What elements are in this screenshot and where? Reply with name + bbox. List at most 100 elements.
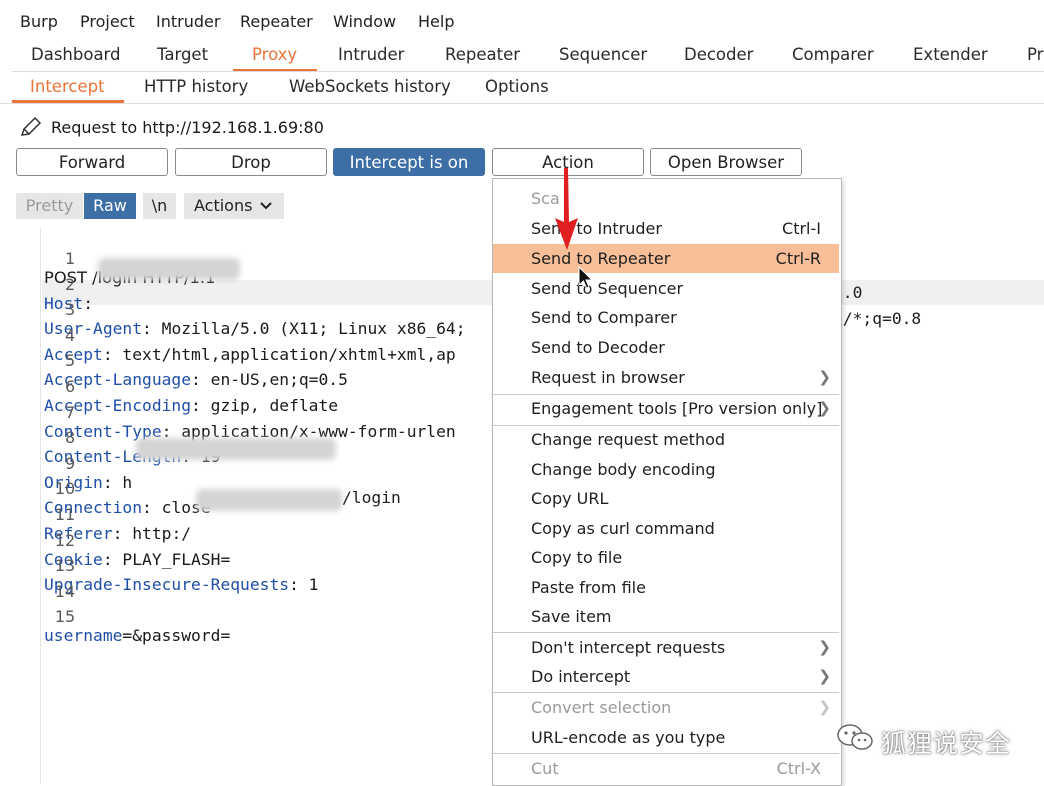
header-value: : 1 [289, 575, 319, 595]
tab-comparer[interactable]: Comparer [792, 40, 874, 72]
code-line: 3 User-Agent: Mozilla/5.0 (X11; Linux x8… [0, 281, 466, 338]
raw-toggle[interactable]: Raw [84, 193, 136, 219]
code-line: 10 Connection: close [0, 460, 211, 517]
accept-tail: */*;q=0.8 [833, 309, 922, 328]
tab-proxy[interactable]: Proxy [252, 40, 297, 72]
tab-websockets-history[interactable]: WebSockets history [289, 72, 451, 104]
chevron-down-icon [260, 202, 272, 210]
menu-item-label: Do intercept [531, 667, 631, 686]
chevron-right-icon: ❯ [818, 638, 831, 656]
chevron-right-icon: ❯ [818, 368, 831, 386]
header-value: : PLAY_FLASH= [102, 549, 231, 569]
tab-repeater[interactable]: Repeater [445, 40, 520, 72]
tab-target[interactable]: Target [157, 40, 208, 72]
menu-item-send-to-comparer[interactable]: Send to Comparer [493, 303, 839, 332]
menu-item-send-to-intruder[interactable]: Send to Intruder Ctrl-I [493, 214, 839, 243]
tab-intruder[interactable]: Intruder [338, 40, 404, 72]
wechat-icon [837, 724, 873, 750]
tab-extender[interactable]: Extender [913, 40, 988, 72]
open-browser-button[interactable]: Open Browser [650, 148, 802, 176]
menu-help[interactable]: Help [418, 12, 454, 31]
menu-item-copy-to-file[interactable]: Copy to file [493, 543, 839, 572]
menu-item-label: Engagement tools [Pro version only] [531, 399, 823, 418]
body-param: username [44, 626, 123, 646]
code-line: 13 Upgrade-Insecure-Requests: 1 [0, 537, 318, 594]
menu-burp[interactable]: Burp [20, 12, 58, 31]
referer-tail: /login [342, 488, 401, 507]
menu-item-label: Copy as curl command [531, 519, 715, 538]
menu-intruder[interactable]: Intruder [156, 12, 220, 31]
menu-item-send-to-decoder[interactable]: Send to Decoder [493, 333, 839, 362]
menu-item-change-body-encoding[interactable]: Change body encoding [493, 455, 839, 484]
menu-item-paste-from-file[interactable]: Paste from file [493, 573, 839, 602]
menu-item-engagement-tools[interactable]: Engagement tools [Pro version only] ❯ [493, 394, 839, 423]
menu-item-cut[interactable]: Cut Ctrl-X [493, 754, 839, 783]
chevron-right-icon: ❯ [818, 698, 831, 716]
header-name: Upgrade-Insecure-Requests [44, 575, 290, 595]
menu-item-label: Change body encoding [531, 460, 716, 479]
menu-item-label: Convert selection [531, 698, 672, 717]
line-number: 4 [65, 325, 76, 345]
menu-item-url-encode-as-you-type[interactable]: URL-encode as you type [493, 723, 839, 752]
menu-window[interactable]: Window [333, 12, 396, 31]
main-tab-bar: Dashboard Target Proxy Intruder Repeater… [0, 40, 1044, 72]
menu-item-shortcut: Ctrl-I [782, 219, 821, 238]
header-value: : Mozilla/5.0 (X11; Linux x86_64; [142, 319, 466, 339]
menu-item-scan[interactable]: Sca [493, 184, 839, 213]
tab-decoder[interactable]: Decoder [684, 40, 753, 72]
redacted-origin [136, 438, 336, 460]
code-text: Accept-Encoding: gzip, deflate [44, 396, 338, 415]
newline-toggle[interactable]: \n [143, 193, 176, 219]
menu-item-label: Don't intercept requests [531, 638, 726, 657]
code-line: 8 Content-Length: 19 [0, 409, 220, 466]
proxy-tab-bar: Intercept HTTP history WebSockets histor… [0, 72, 1044, 104]
menu-project[interactable]: Project [80, 12, 135, 31]
menu-item-copy-as-curl[interactable]: Copy as curl command [493, 514, 839, 543]
menu-item-label: Paste from file [531, 578, 646, 597]
menu-item-send-to-repeater[interactable]: Send to Repeater Ctrl-R [493, 244, 839, 273]
menu-repeater[interactable]: Repeater [240, 12, 313, 31]
tab-dashboard[interactable]: Dashboard [31, 40, 121, 72]
watermark-text: 狐狸说安全 [881, 729, 1012, 758]
redacted-host [98, 258, 240, 280]
code-line: 2 Host: [0, 256, 93, 313]
tab-project-options[interactable]: Pr [1027, 40, 1043, 72]
header-value: : h [102, 472, 133, 492]
header-value: : [83, 293, 103, 313]
menu-item-copy-url[interactable]: Copy URL [493, 484, 839, 513]
code-line: 9 Origin: h [0, 435, 132, 492]
header-value: : en-US,en;q=0.5 [191, 370, 348, 390]
menu-item-label: Request in browser [531, 368, 685, 387]
menu-item-send-to-sequencer[interactable]: Send to Sequencer [493, 274, 839, 303]
chevron-right-icon: ❯ [818, 667, 831, 685]
red-arrow-icon [555, 168, 578, 250]
menu-item-label: Save item [531, 607, 612, 626]
tab-sequencer[interactable]: Sequencer [559, 40, 647, 72]
code-text: Upgrade-Insecure-Requests: 1 [44, 575, 318, 594]
code-text: Accept: text/html,application/xhtml+xml,… [44, 345, 456, 364]
tab-http-history[interactable]: HTTP history [144, 72, 248, 104]
menu-item-label: Send to Decoder [531, 338, 665, 357]
menu-item-change-request-method[interactable]: Change request method [493, 425, 839, 454]
pretty-toggle[interactable]: Pretty [16, 193, 83, 219]
drop-button[interactable]: Drop [175, 148, 327, 176]
code-text: username=&password= [44, 626, 230, 645]
action-context-menu: Sca Send to Intruder Ctrl-I Send to Repea… [492, 178, 842, 786]
menu-item-do-intercept[interactable]: Do intercept ❯ [493, 662, 839, 691]
menu-item-save-item[interactable]: Save item [493, 602, 839, 631]
redacted-referer [196, 489, 342, 511]
mouse-cursor-icon [578, 266, 594, 289]
actions-dropdown[interactable]: Actions [184, 193, 284, 219]
menu-item-dont-intercept[interactable]: Don't intercept requests ❯ [493, 633, 839, 662]
intercept-toggle-button[interactable]: Intercept is on [333, 148, 485, 176]
menu-item-convert-selection[interactable]: Convert selection ❯ [493, 693, 839, 722]
forward-button[interactable]: Forward [16, 148, 168, 176]
line-number: 8 [65, 428, 76, 448]
menu-item-request-in-browser[interactable]: Request in browser ❯ [493, 363, 839, 392]
pencil-icon [20, 116, 42, 136]
line-number: 10 [54, 479, 76, 499]
code-line: 14 [0, 563, 75, 601]
tab-options[interactable]: Options [485, 72, 549, 104]
menu-item-label: Copy URL [531, 489, 609, 508]
chevron-right-icon: ❯ [818, 399, 831, 417]
